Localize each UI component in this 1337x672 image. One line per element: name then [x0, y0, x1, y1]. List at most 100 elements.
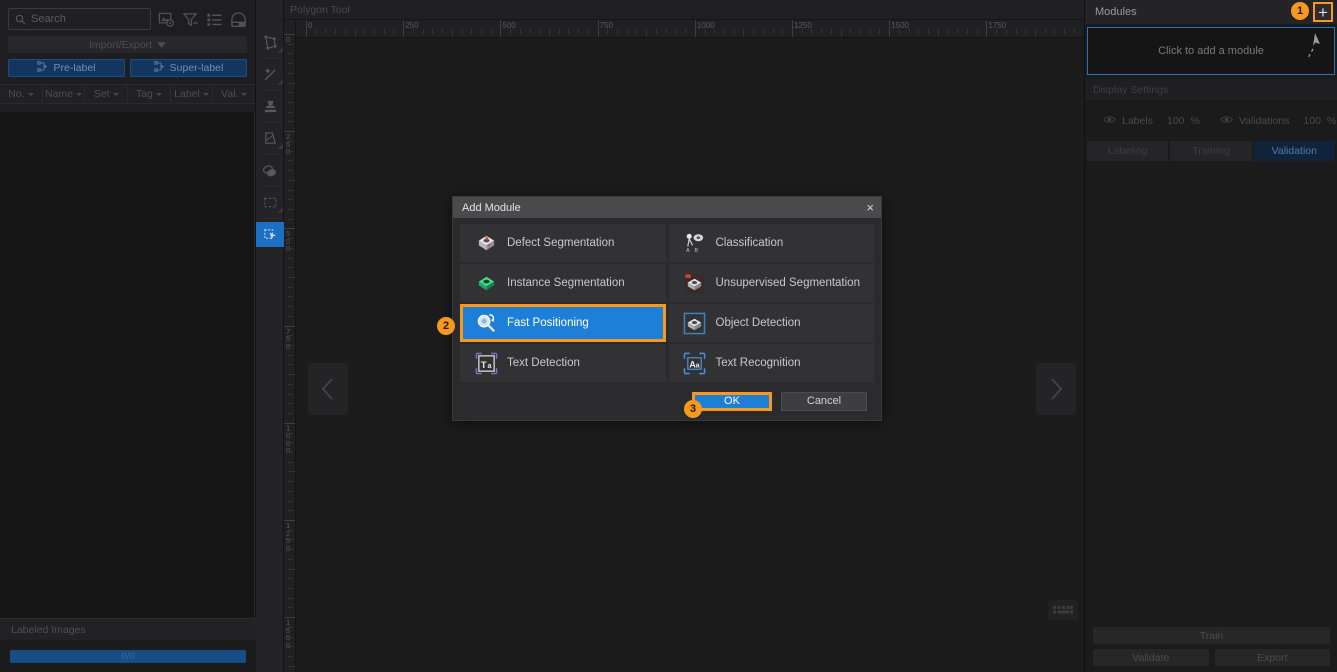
ruler-minor-tick: [364, 29, 366, 34]
labels-value: 100: [1166, 115, 1185, 127]
module-option-object-detection[interactable]: Object Detection: [668, 304, 874, 342]
ruler-minor-tick: [655, 29, 657, 34]
filter-icon[interactable]: [182, 11, 199, 28]
pre-label-button[interactable]: Pre-label: [8, 59, 125, 77]
module-option-defect-segmentation[interactable]: Defect Segmentation: [460, 224, 666, 262]
ruler-minor-tick: [908, 29, 910, 34]
tool-marquee-select[interactable]: [256, 190, 284, 215]
pre-label-icon: [37, 61, 48, 75]
tool-move[interactable]: [256, 222, 284, 247]
archive-icon[interactable]: [230, 11, 247, 28]
ruler-minor-tick: [288, 267, 293, 269]
eye-icon: [1220, 115, 1233, 127]
ruler-minor-tick: [288, 306, 293, 308]
train-label: Train: [1199, 629, 1224, 642]
ok-label: OK: [724, 395, 740, 407]
mode-tabs: Labeling Training Validation: [1087, 141, 1335, 161]
labeled-images-label: Labeled Images: [11, 623, 86, 636]
image-table-body[interactable]: [0, 112, 255, 618]
plus-icon: +: [1318, 2, 1328, 22]
column-header-val[interactable]: Val.: [213, 85, 255, 103]
ruler-minor-tick: [1025, 29, 1027, 34]
ok-button[interactable]: OK: [692, 391, 772, 411]
cancel-label: Cancel: [806, 395, 842, 407]
ruler-minor-tick: [288, 92, 293, 94]
tool-measure[interactable]: [256, 126, 284, 151]
module-option-unsupervised-segmentation[interactable]: Unsupervised Segmentation: [668, 264, 874, 302]
ruler-minor-tick: [288, 247, 293, 249]
search-input[interactable]: Search: [8, 8, 151, 30]
canvas-tool-label: Polygon Tool: [284, 0, 1084, 20]
close-icon[interactable]: ×: [866, 201, 874, 214]
progress-text: 0/0: [121, 650, 135, 662]
svg-text:B: B: [695, 248, 699, 254]
ruler-minor-tick: [288, 383, 293, 385]
cancel-button[interactable]: Cancel: [781, 391, 867, 411]
ruler-minor-tick: [288, 626, 293, 628]
column-label: Label: [174, 88, 200, 100]
tool-eraser[interactable]: [256, 158, 284, 183]
ruler-minor-tick: [288, 481, 293, 483]
tab-validation[interactable]: Validation: [1253, 141, 1335, 161]
module-option-text-recognition[interactable]: Aa Text Recognition: [668, 344, 874, 382]
ruler-minor-tick: [753, 29, 755, 34]
column-label: Tag: [135, 88, 153, 100]
tool-stamp[interactable]: [256, 94, 284, 119]
tab-training[interactable]: Training: [1170, 141, 1252, 161]
ruler-minor-tick: [288, 111, 293, 113]
tool-polygon[interactable]: [256, 30, 284, 55]
export-button[interactable]: Export: [1214, 649, 1330, 666]
ruler-minor-tick: [288, 63, 293, 65]
ruler-minor-tick: [1015, 29, 1017, 34]
tab-labeling[interactable]: Labeling: [1087, 141, 1169, 161]
column-header-tag[interactable]: Tag: [128, 85, 171, 103]
search-icon: [15, 14, 26, 25]
import-export-button[interactable]: Import/Export: [8, 36, 247, 53]
display-labels-toggle[interactable]: Labels 100 %: [1103, 115, 1200, 127]
ruler-minor-tick: [490, 29, 492, 34]
image-table-header: No. Name Set Tag Label Val.: [0, 84, 255, 104]
module-dropzone-text: Click to add a module: [1158, 45, 1264, 57]
ruler-minor-tick: [288, 335, 293, 337]
train-button[interactable]: Train: [1093, 627, 1330, 644]
add-module-button[interactable]: +: [1313, 2, 1333, 22]
column-header-set[interactable]: Set: [85, 85, 129, 103]
super-label-button[interactable]: Super-label: [130, 59, 247, 77]
step-badge-2: 2: [437, 317, 455, 335]
ruler-minor-tick: [821, 29, 823, 34]
ruler-minor-tick: [288, 490, 293, 492]
column-header-label[interactable]: Label: [171, 85, 214, 103]
column-header-no[interactable]: No.: [0, 85, 43, 103]
ruler-tick-label: 0: [308, 21, 313, 30]
column-header-name[interactable]: Name: [43, 85, 86, 103]
module-option-instance-segmentation[interactable]: Instance Segmentation: [460, 264, 666, 302]
ruler-minor-tick: [471, 29, 473, 34]
module-option-classification[interactable]: AB Classification: [668, 224, 874, 262]
ruler-minor-tick: [1035, 29, 1036, 37]
cursor-pointer-icon: [1304, 32, 1326, 65]
tool-line[interactable]: [256, 62, 284, 87]
validate-button[interactable]: Validate: [1093, 649, 1209, 666]
keyboard-shortcuts-icon[interactable]: [1048, 600, 1078, 620]
label-buttons-row: Pre-label Super-label: [8, 59, 247, 77]
ruler-minor-tick: [288, 53, 293, 55]
previous-image-button[interactable]: [308, 363, 348, 415]
module-label: Fast Positioning: [507, 317, 589, 329]
list-icon[interactable]: [206, 11, 223, 28]
module-option-text-detection[interactable]: Ta Text Detection: [460, 344, 666, 382]
ruler-minor-tick: [928, 29, 930, 34]
toolbar-divider: [260, 58, 279, 59]
module-option-fast-positioning[interactable]: Fast Positioning: [460, 304, 666, 342]
eye-icon: [1103, 115, 1116, 127]
right-modules-panel: Modules + Click to add a module Display …: [1084, 0, 1337, 672]
toolbar-divider: [260, 186, 279, 187]
sort-caret-icon: [202, 92, 209, 96]
module-label: Object Detection: [715, 317, 801, 329]
next-image-button[interactable]: [1036, 363, 1076, 415]
labels-unit: %: [1190, 115, 1200, 127]
ruler-minor-tick: [288, 257, 293, 259]
ruler-minor-tick: [966, 29, 968, 34]
module-dropzone[interactable]: Click to add a module: [1087, 27, 1335, 75]
display-validations-toggle[interactable]: Validations 100 %: [1220, 115, 1336, 127]
image-settings-icon[interactable]: [158, 11, 175, 28]
